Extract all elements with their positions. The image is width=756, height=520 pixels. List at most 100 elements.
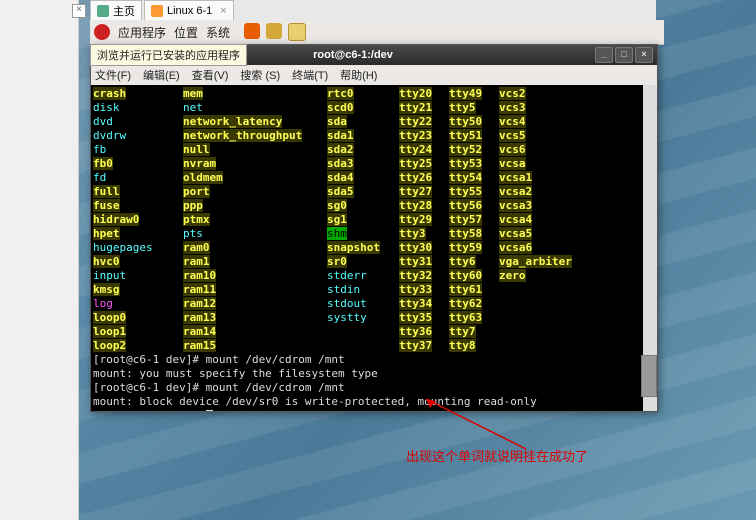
ls-entry: tty34 bbox=[399, 297, 449, 311]
ls-entry: loop0 bbox=[93, 311, 183, 325]
close-button[interactable]: × bbox=[635, 47, 653, 63]
ls-entry: fuse bbox=[93, 199, 183, 213]
ls-entry: ram0 bbox=[183, 241, 327, 255]
tab-label: 主页 bbox=[113, 3, 135, 19]
ls-entry: sg1 bbox=[327, 213, 399, 227]
file-manager-icon[interactable] bbox=[266, 23, 282, 39]
ls-entry: tty61 bbox=[449, 283, 499, 297]
ls-entry: input bbox=[93, 269, 183, 283]
cmd-prompt: [root@c6-1 dev]# bbox=[93, 409, 655, 411]
ls-entry: ram15 bbox=[183, 339, 327, 353]
tooltip: 浏览并运行已安装的应用程序 bbox=[90, 44, 247, 66]
maximize-button[interactable]: □ bbox=[615, 47, 633, 63]
minimize-button[interactable]: _ bbox=[595, 47, 613, 63]
ls-entry bbox=[499, 283, 599, 297]
tab-home[interactable]: 主页 bbox=[90, 0, 142, 20]
ls-entry: pts bbox=[183, 227, 327, 241]
ls-entry: vcs5 bbox=[499, 129, 599, 143]
ls-entry: tty5 bbox=[449, 101, 499, 115]
ls-entry: tty25 bbox=[399, 157, 449, 171]
ls-entry: crash bbox=[93, 87, 183, 101]
linux-icon bbox=[151, 5, 163, 17]
ls-entry: tty60 bbox=[449, 269, 499, 283]
cmd-line: [root@c6-1 dev]# mount /dev/cdrom /mnt bbox=[93, 381, 655, 395]
ls-entry: vcsa5 bbox=[499, 227, 599, 241]
ls-entry: mem bbox=[183, 87, 327, 101]
vm-tabbar: 主页 Linux 6-1 × bbox=[90, 0, 656, 21]
ls-entry: net bbox=[183, 101, 327, 115]
ls-entry: sda4 bbox=[327, 171, 399, 185]
ls-entry: tty53 bbox=[449, 157, 499, 171]
ls-entry: log bbox=[93, 297, 183, 311]
ls-entry bbox=[499, 311, 599, 325]
gnome-panel: 应用程序 位置 系统 bbox=[90, 20, 664, 45]
ls-entry: ppp bbox=[183, 199, 327, 213]
ls-entry: kmsg bbox=[93, 283, 183, 297]
ls-entry: hidraw0 bbox=[93, 213, 183, 227]
close-tab-icon[interactable]: × bbox=[220, 5, 226, 17]
ls-entry: tty57 bbox=[449, 213, 499, 227]
ls-entry: ram10 bbox=[183, 269, 327, 283]
menu-view[interactable]: 查看(V) bbox=[192, 67, 229, 83]
menu-applications[interactable]: 应用程序 bbox=[118, 24, 166, 41]
ls-entry: tty28 bbox=[399, 199, 449, 213]
cmd-output: mount: you must specify the filesystem t… bbox=[93, 367, 655, 381]
ls-output: crashmemrtc0tty20tty49vcs2disknetscd0tty… bbox=[93, 87, 655, 353]
ls-entry: tty26 bbox=[399, 171, 449, 185]
ls-entry: ram13 bbox=[183, 311, 327, 325]
ls-entry: shm bbox=[327, 227, 399, 241]
ls-entry: hpet bbox=[93, 227, 183, 241]
cursor-icon bbox=[206, 410, 213, 411]
ls-entry: tty31 bbox=[399, 255, 449, 269]
ls-entry: vcsa3 bbox=[499, 199, 599, 213]
menu-edit[interactable]: 编辑(E) bbox=[143, 67, 180, 83]
ls-entry: tty20 bbox=[399, 87, 449, 101]
menu-system[interactable]: 系统 bbox=[206, 24, 230, 41]
ls-entry: vga_arbiter bbox=[499, 255, 599, 269]
firefox-icon[interactable] bbox=[244, 23, 260, 39]
ls-entry: tty32 bbox=[399, 269, 449, 283]
scrollbar-thumb[interactable] bbox=[641, 355, 657, 397]
ls-entry: vcsa2 bbox=[499, 185, 599, 199]
ls-entry: tty62 bbox=[449, 297, 499, 311]
ls-entry: tty50 bbox=[449, 115, 499, 129]
ls-entry: hugepages bbox=[93, 241, 183, 255]
ls-entry: full bbox=[93, 185, 183, 199]
ls-entry: sda bbox=[327, 115, 399, 129]
ls-entry: sr0 bbox=[327, 255, 399, 269]
ls-entry: network_latency bbox=[183, 115, 327, 129]
ls-entry: hvc0 bbox=[93, 255, 183, 269]
ls-entry bbox=[499, 297, 599, 311]
tab-linux[interactable]: Linux 6-1 × bbox=[144, 0, 234, 20]
ls-entry: vcsa bbox=[499, 157, 599, 171]
ls-entry: tty29 bbox=[399, 213, 449, 227]
cmd-output: mount: block device /dev/sr0 is write-pr… bbox=[93, 395, 655, 409]
annotation-text: 出现这个单词就说明挂在成功了 bbox=[406, 446, 588, 465]
terminal-body[interactable]: crashmemrtc0tty20tty49vcs2disknetscd0tty… bbox=[91, 85, 657, 411]
menu-terminal[interactable]: 终端(T) bbox=[292, 67, 328, 83]
close-sidebar-button[interactable]: × bbox=[72, 4, 86, 18]
terminal-window: root@c6-1:/dev _ □ × 文件(F) 编辑(E) 查看(V) 搜… bbox=[90, 44, 658, 412]
ls-entry: disk bbox=[93, 101, 183, 115]
ls-entry: ram1 bbox=[183, 255, 327, 269]
ls-entry: tty36 bbox=[399, 325, 449, 339]
ls-entry bbox=[499, 325, 599, 339]
ls-entry: tty59 bbox=[449, 241, 499, 255]
ls-entry: loop2 bbox=[93, 339, 183, 353]
menu-search[interactable]: 搜索 (S) bbox=[240, 67, 280, 83]
ls-entry: sda1 bbox=[327, 129, 399, 143]
scrollbar[interactable] bbox=[643, 85, 657, 411]
ls-entry: tty54 bbox=[449, 171, 499, 185]
ls-entry: ptmx bbox=[183, 213, 327, 227]
home-icon bbox=[97, 5, 109, 17]
menu-help[interactable]: 帮助(H) bbox=[340, 67, 377, 83]
text-editor-icon[interactable] bbox=[288, 23, 306, 41]
ls-entry bbox=[327, 339, 399, 353]
ls-entry: vcsa6 bbox=[499, 241, 599, 255]
menu-file[interactable]: 文件(F) bbox=[95, 67, 131, 83]
menu-places[interactable]: 位置 bbox=[174, 24, 198, 41]
ls-entry: sda3 bbox=[327, 157, 399, 171]
ls-entry: null bbox=[183, 143, 327, 157]
cmd-line: [root@c6-1 dev]# mount /dev/cdrom /mnt bbox=[93, 353, 655, 367]
ls-entry: tty23 bbox=[399, 129, 449, 143]
